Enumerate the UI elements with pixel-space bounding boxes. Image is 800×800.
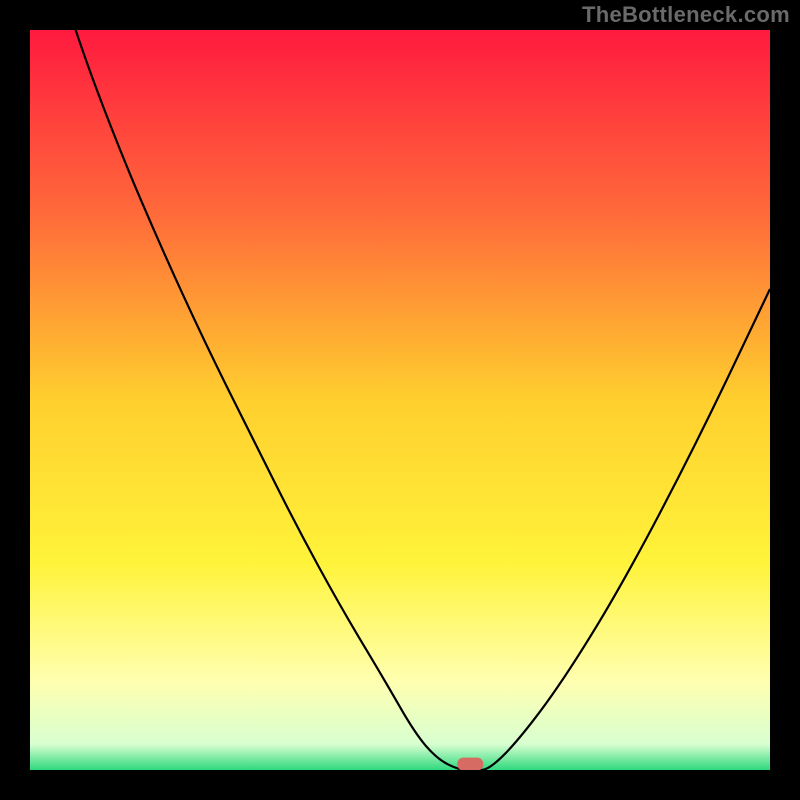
optimal-marker-icon — [457, 758, 483, 770]
chart-background — [30, 30, 770, 770]
bottleneck-chart — [30, 30, 770, 770]
chart-container: TheBottleneck.com — [0, 0, 800, 800]
plot-area — [30, 30, 770, 770]
watermark-text: TheBottleneck.com — [582, 2, 790, 28]
